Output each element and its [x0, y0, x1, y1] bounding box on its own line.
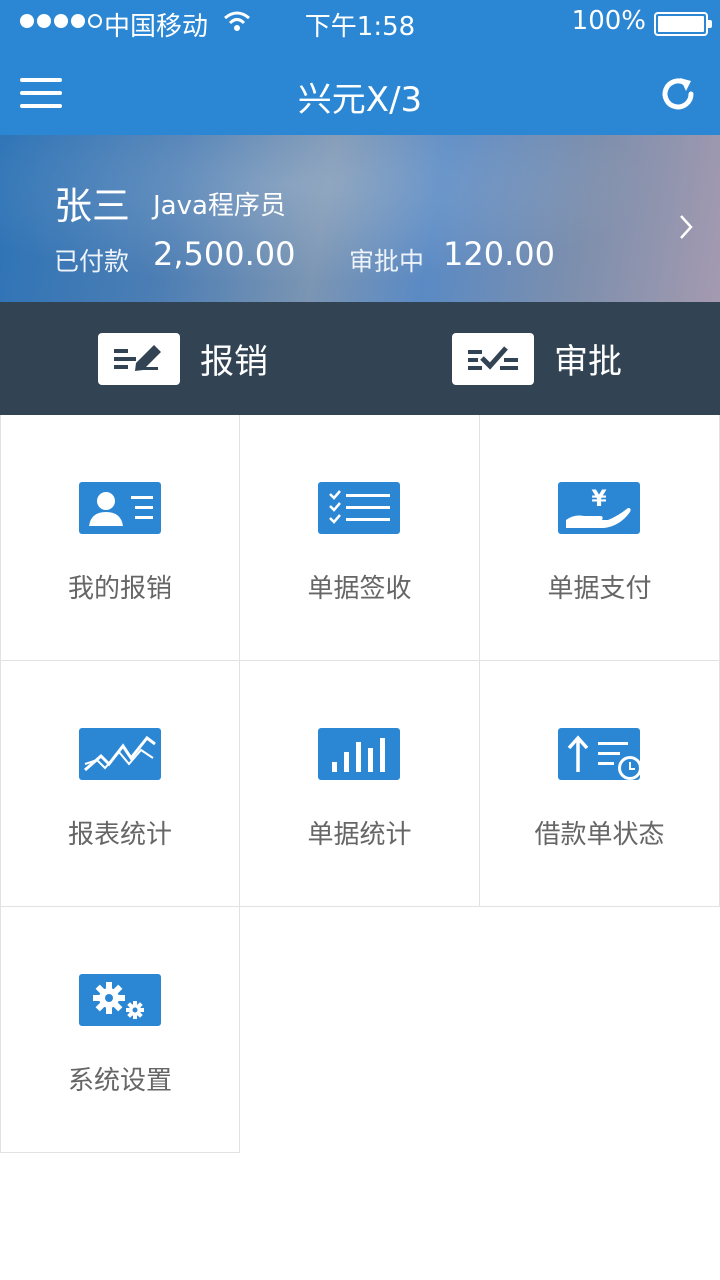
loan-clock-icon	[558, 728, 642, 780]
page-title: 兴元X/3	[297, 80, 423, 120]
grid-item-report-stats[interactable]: 报表统计	[0, 661, 240, 907]
checklist-icon	[318, 482, 400, 534]
profile-banner[interactable]: 张三 Java程序员 已付款 2,500.00 审批中 120.00	[0, 135, 720, 302]
battery-percentage: 100%	[571, 6, 646, 36]
line-chart-icon	[79, 728, 161, 780]
reimburse-button[interactable]: 报销	[98, 302, 268, 415]
action-bar: 报销 审批	[0, 302, 720, 415]
paid-label: 已付款	[54, 247, 130, 276]
approve-button[interactable]: 审批	[452, 302, 622, 415]
grid-item-system-settings[interactable]: 系统设置	[0, 907, 240, 1153]
chevron-right-icon[interactable]	[678, 213, 694, 241]
user-name: 张三	[54, 184, 131, 228]
status-bar: 中国移动 下午1:58 100%	[0, 0, 720, 48]
yen-hand-icon: ¥	[558, 482, 640, 534]
grid-item-document-stats[interactable]: 单据统计	[240, 661, 480, 907]
refresh-icon[interactable]	[658, 74, 698, 114]
grid-item-label: 报表统计	[67, 820, 172, 850]
grid-item-label: 单据支付	[547, 574, 652, 604]
gears-icon	[79, 974, 161, 1026]
top-bar: 中国移动 下午1:58 100% 兴元X/3	[0, 0, 720, 135]
pending-amount: 120.00	[443, 235, 555, 273]
svg-text:¥: ¥	[591, 487, 607, 512]
user-role: Java程序员	[153, 191, 286, 221]
grid-item-label: 我的报销	[67, 574, 172, 604]
grid-item-loan-status[interactable]: 借款单状态	[480, 661, 720, 907]
battery-icon	[654, 12, 712, 36]
edit-form-icon	[98, 332, 180, 385]
grid-item-label: 单据统计	[307, 820, 412, 850]
grid-item-my-reimbursements[interactable]: 我的报销	[0, 415, 240, 661]
grid-item-label: 系统设置	[67, 1066, 172, 1096]
approve-check-icon	[452, 332, 534, 385]
paid-amount: 2,500.00	[153, 235, 296, 273]
id-card-icon	[79, 482, 161, 534]
approve-label: 审批	[554, 342, 622, 382]
pending-label: 审批中	[349, 247, 425, 276]
grid-item-label: 单据签收	[307, 574, 412, 604]
grid-item-document-payment[interactable]: ¥ 单据支付	[480, 415, 720, 661]
reimburse-label: 报销	[200, 342, 268, 382]
grid-item-document-receipt[interactable]: 单据签收	[240, 415, 480, 661]
grid-item-label: 借款单状态	[534, 820, 665, 850]
bar-chart-icon	[318, 728, 400, 780]
